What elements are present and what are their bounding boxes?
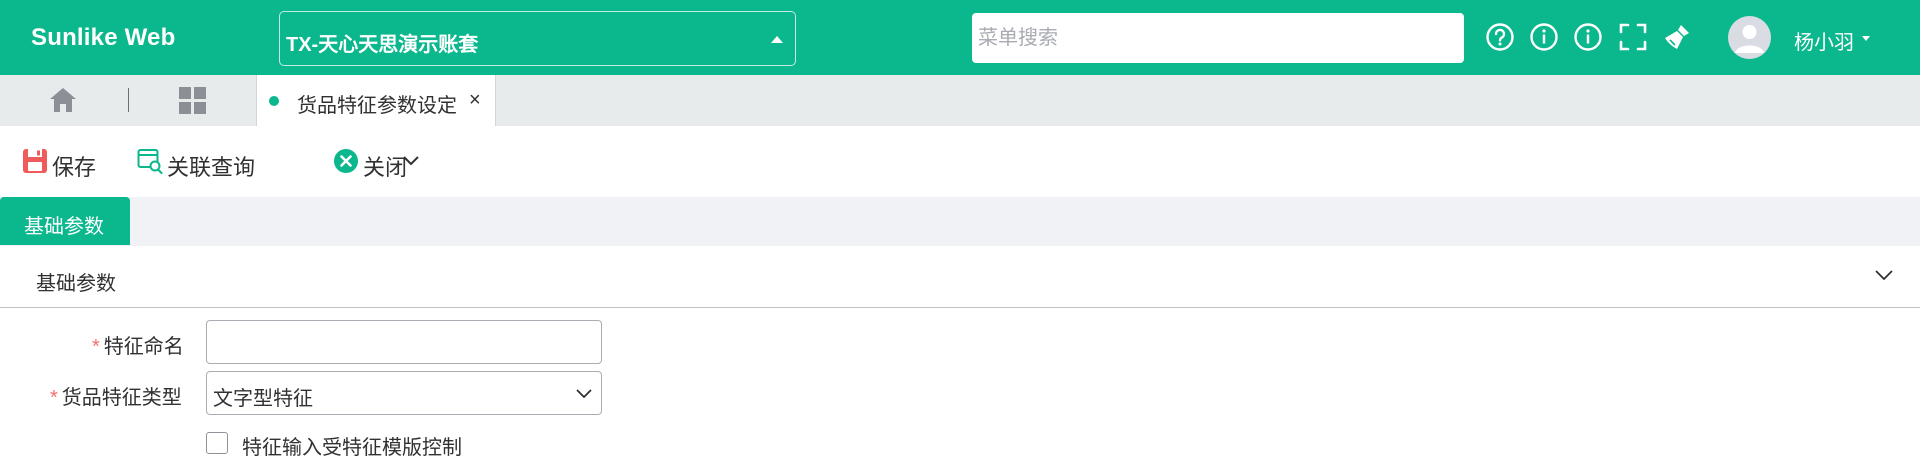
fullscreen-icon[interactable] (1618, 22, 1648, 52)
save-label: 保存 (52, 155, 97, 180)
section-tab-bar (0, 197, 1920, 246)
menu-search-input[interactable] (972, 13, 1464, 63)
user-name[interactable]: 杨小羽 (1794, 26, 1854, 55)
top-bar: Sunlike Web TX-天心天思演示账套 杨小羽 (0, 0, 1920, 75)
feature-name-label: * 特征命名 (92, 336, 184, 358)
tab-goods-feature-params[interactable]: 货品特征参数设定 × (256, 75, 496, 126)
collapse-header-basic-params[interactable]: 基础参数 (0, 246, 1920, 308)
broom-icon[interactable] (1662, 22, 1692, 52)
toolbar: 保存 关联查询 关闭 (0, 126, 1920, 197)
feature-name-input[interactable] (206, 320, 602, 364)
info-icon[interactable] (1573, 22, 1603, 52)
tab-strip: 货品特征参数设定 × (0, 75, 1920, 126)
required-mark: * (92, 336, 100, 358)
info-icon[interactable] (1529, 22, 1559, 52)
related-query-label: 关联查询 (167, 155, 256, 180)
brand-logo: Sunlike Web (31, 24, 176, 51)
tab-separator (128, 88, 129, 112)
chevron-down-icon (1874, 268, 1894, 282)
save-icon (22, 148, 48, 174)
save-button[interactable]: 保存 (22, 146, 102, 180)
goods-feature-type-label: * 货品特征类型 (50, 387, 182, 409)
related-query-icon (137, 148, 163, 174)
caret-down-icon[interactable] (1862, 36, 1870, 41)
close-circle-icon (333, 148, 359, 174)
account-select[interactable]: TX-天心天思演示账套 (279, 11, 796, 66)
avatar[interactable] (1728, 16, 1771, 59)
collapse-title: 基础参数 (36, 273, 116, 295)
goods-feature-type-value: 文字型特征 (213, 388, 313, 410)
home-icon[interactable] (49, 87, 77, 113)
goods-feature-type-select[interactable]: 文字型特征 (206, 371, 602, 415)
chevron-down-icon (575, 387, 593, 399)
section-tab-label: 基础参数 (24, 216, 104, 238)
close-label: 关闭 (363, 155, 408, 180)
tab-label: 货品特征参数设定 (297, 95, 457, 117)
template-control-checkbox[interactable] (206, 432, 228, 454)
required-mark: * (50, 387, 58, 409)
help-icon[interactable] (1485, 22, 1515, 52)
close-icon[interactable]: × (469, 90, 481, 110)
apps-grid-icon[interactable] (179, 87, 206, 114)
tab-basic-params[interactable]: 基础参数 (0, 197, 130, 245)
template-control-checkbox-label: 特征输入受特征模版控制 (242, 437, 462, 459)
caret-up-icon (771, 36, 783, 43)
close-button[interactable]: 关闭 (333, 146, 433, 180)
active-dot-icon (269, 96, 279, 106)
account-select-value: TX-天心天思演示账套 (286, 34, 479, 56)
